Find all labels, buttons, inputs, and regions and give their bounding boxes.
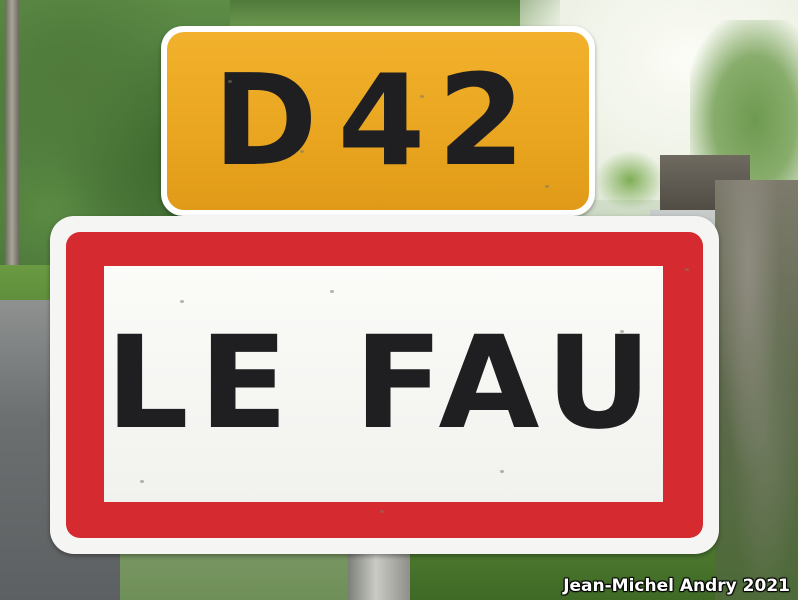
dirt-speck — [180, 300, 184, 303]
dirt-speck — [228, 80, 232, 83]
photo-credit-watermark: Jean-Michel Andry 2021 — [563, 576, 790, 596]
photo-scene: D 42 LE FAU Jean-Michel Andry 2021 — [0, 0, 798, 600]
tree-trunk — [5, 0, 19, 275]
dirt-speck — [500, 470, 504, 473]
route-number: 42 — [337, 47, 537, 194]
town-sign-red-border: LE FAU — [66, 232, 703, 538]
town-sign-panel: LE FAU — [104, 266, 663, 502]
town-name: LE FAU — [105, 309, 662, 458]
town-entry-sign: LE FAU — [50, 216, 719, 554]
dirt-speck — [300, 150, 304, 153]
dirt-speck — [545, 185, 549, 188]
dirt-speck — [330, 290, 334, 293]
dirt-speck — [380, 510, 384, 513]
stone-wall — [715, 180, 798, 600]
bush — [595, 150, 665, 210]
dirt-speck — [140, 480, 144, 483]
dirt-speck — [420, 95, 424, 98]
dirt-speck — [620, 330, 624, 333]
dirt-speck — [685, 268, 689, 271]
route-letter: D — [213, 47, 318, 194]
route-plate-face: D 42 — [167, 32, 589, 210]
route-number-plate: D 42 — [161, 26, 595, 216]
